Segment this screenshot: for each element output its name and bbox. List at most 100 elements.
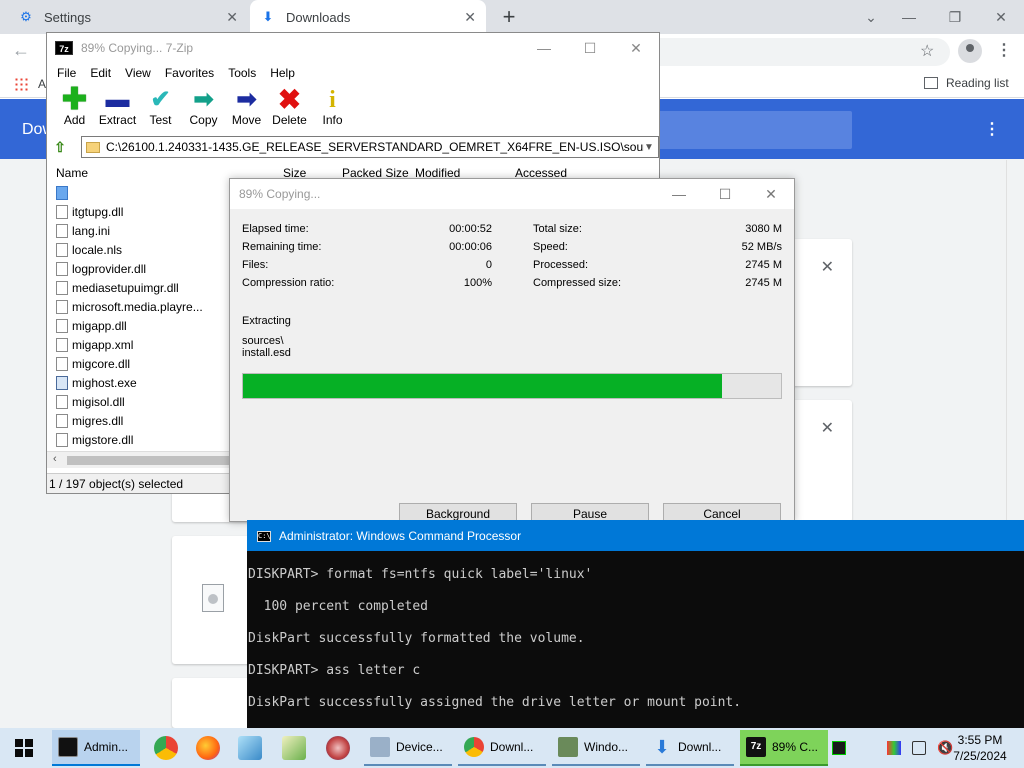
speaker-muted-icon[interactable]: 🔇 (937, 741, 953, 755)
info-button[interactable]: i Info (311, 85, 354, 131)
file-list-item[interactable]: migisol.dll (47, 392, 229, 411)
delete-label: Delete (272, 113, 307, 127)
taskbar-chrome-downloads[interactable]: Downl... (458, 730, 546, 766)
file-list-item[interactable]: locale.nls (47, 240, 229, 259)
cmd-console[interactable]: DISKPART> format fs=ntfs quick label='li… (247, 551, 1024, 729)
address-bar[interactable] (640, 38, 950, 66)
test-button[interactable]: ✔ Test (139, 85, 182, 131)
file-list-item[interactable]: migstore.dll (47, 430, 229, 449)
tab-downloads[interactable]: ⬇ Downloads ✕ (250, 0, 486, 34)
file-list-item[interactable]: microsoft.media.playre... (47, 297, 229, 316)
profile-avatar-icon[interactable] (958, 39, 982, 63)
reading-list-icon (924, 77, 938, 89)
minimize-icon[interactable]: — (521, 33, 567, 63)
file-name: itgtupg.dll (72, 204, 124, 219)
menu-help[interactable]: Help (263, 66, 302, 80)
file-list-item[interactable]: logprovider.dll (47, 259, 229, 278)
taskbar-windows-setup[interactable]: Windo... (552, 730, 640, 766)
maximize-icon[interactable]: ☐ (567, 33, 613, 63)
file-list-item[interactable]: migcore.dll (47, 354, 229, 373)
folder-up-icon[interactable]: ⇧ (47, 136, 73, 158)
maximize-icon[interactable]: ☐ (702, 179, 748, 209)
close-icon[interactable]: ✕ (978, 9, 1024, 26)
taskbar-downloads-folder[interactable]: ⬇ Downl... (646, 730, 734, 766)
tray-app-icon[interactable] (832, 741, 846, 755)
add-button[interactable]: ✚ Add (53, 85, 96, 131)
elapsed-time-value: 00:00:52 (449, 223, 492, 235)
color-icon[interactable] (887, 741, 901, 755)
menu-file[interactable]: File (50, 66, 83, 80)
close-icon[interactable]: ✕ (613, 33, 659, 63)
7zip-title-bar[interactable]: 7z 89% Copying... 7-Zip — ☐ ✕ (47, 33, 659, 63)
test-label: Test (149, 113, 172, 127)
copy-dialog-title-bar[interactable]: 89% Copying... — ☐ ✕ (230, 179, 794, 209)
chrome-icon[interactable] (154, 736, 178, 760)
chevron-down-icon[interactable]: ▼ (644, 142, 658, 153)
new-tab-button[interactable]: + (496, 4, 522, 30)
minimize-icon[interactable]: — (886, 9, 932, 25)
column-name[interactable]: Name (56, 166, 88, 180)
cmd-title-bar[interactable]: C:\ Administrator: Windows Command Proce… (247, 521, 1024, 551)
file-list-item[interactable]: migapp.dll (47, 316, 229, 335)
file-name: migcore.dll (72, 356, 131, 371)
tab-search-icon[interactable]: ⌄ (856, 9, 886, 26)
firefox-icon[interactable] (196, 736, 220, 760)
taskbar-clock[interactable]: 3:55 PM 7/25/2024 (950, 732, 1010, 764)
file-name: migstore.dll (72, 432, 134, 447)
file-list-item[interactable]: mighost.exe (47, 373, 229, 392)
menu-favorites[interactable]: Favorites (158, 66, 221, 80)
remaining-time-value: 00:00:06 (449, 241, 492, 253)
tab-settings[interactable]: ⚙ Settings ✕ (8, 0, 248, 34)
close-tab-icon[interactable]: ✕ (226, 9, 238, 26)
chrome-menu-icon[interactable]: ⋮ (996, 40, 1012, 60)
taskbar-7zip[interactable]: 7z 89% C... (740, 730, 828, 766)
total-size-value: 3080 M (745, 223, 782, 235)
reading-list-button[interactable]: Reading list (924, 76, 1009, 90)
apps-grid-icon[interactable] (14, 77, 28, 91)
menu-edit[interactable]: Edit (83, 66, 118, 80)
taskbar: Admin... Device... Downl... Windo... ⬇ D… (0, 728, 1024, 768)
file-list-item[interactable]: mediasetupuimgr.dll (47, 278, 229, 297)
menu-tools[interactable]: Tools (221, 66, 263, 80)
start-button[interactable] (0, 728, 48, 768)
file-list-item[interactable]: migres.dll (47, 411, 229, 430)
notepad-icon[interactable] (238, 736, 262, 760)
extract-button[interactable]: ▬ Extract (96, 85, 139, 131)
scrollbar-thumb[interactable] (67, 456, 231, 465)
horizontal-scrollbar[interactable]: ‹ (47, 451, 231, 468)
menu-view[interactable]: View (118, 66, 158, 80)
info-icon: i (329, 87, 336, 113)
apps-label[interactable]: A (38, 77, 46, 91)
paint-icon[interactable] (326, 736, 350, 760)
setup-icon (558, 737, 578, 757)
taskbar-device-manager[interactable]: Device... (364, 730, 452, 766)
compression-ratio-label: Compression ratio: (242, 277, 335, 289)
remove-download-icon[interactable]: ✕ (821, 418, 834, 438)
file-list-item[interactable] (47, 183, 229, 202)
usb-icon[interactable] (912, 741, 926, 755)
folder-icon (56, 185, 68, 200)
file-name: mediasetupuimgr.dll (72, 280, 179, 295)
file-list-item[interactable]: migapp.xml (47, 335, 229, 354)
restore-icon[interactable]: ❐ (932, 9, 978, 26)
speed-label: Speed: (533, 241, 568, 253)
minimize-icon[interactable]: — (656, 179, 702, 209)
bookmark-star-icon[interactable]: ☆ (920, 41, 934, 61)
file-list-item[interactable]: lang.ini (47, 221, 229, 240)
chart-app-icon[interactable] (282, 736, 306, 760)
scroll-left-icon[interactable]: ‹ (53, 453, 57, 465)
close-tab-icon[interactable]: ✕ (464, 9, 476, 26)
file-icon (56, 394, 68, 409)
copy-button[interactable]: ➡ Copy (182, 85, 225, 131)
operation-label: Extracting (242, 315, 291, 327)
remove-download-icon[interactable]: ✕ (821, 257, 834, 277)
file-list-item[interactable]: itgtupg.dll (47, 202, 229, 221)
path-combobox[interactable]: C:\26100.1.240331-1435.GE_RELEASE_SERVER… (81, 136, 659, 158)
close-icon[interactable]: ✕ (748, 179, 794, 209)
delete-button[interactable]: ✖ Delete (268, 85, 311, 131)
taskbar-cmd[interactable]: Admin... (52, 730, 140, 766)
7zip-window-controls: — ☐ ✕ (521, 33, 659, 63)
back-arrow-icon[interactable]: ← (12, 40, 30, 61)
move-button[interactable]: ➡ Move (225, 85, 268, 131)
downloads-menu-icon[interactable]: ⋮ (984, 119, 1000, 139)
